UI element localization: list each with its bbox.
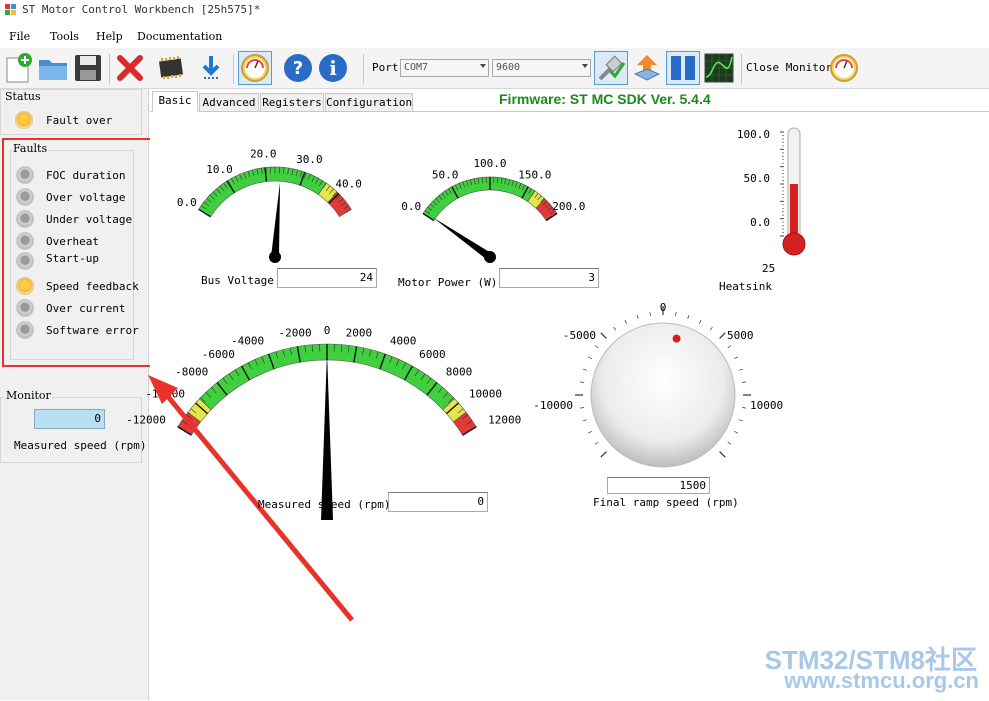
motor-power-label: Motor Power (W) <box>398 276 497 289</box>
knob-tick <box>595 442 598 444</box>
motor-power-gauge: 0.0 50.0 100.0 150.0 200.0 <box>401 157 585 263</box>
knob-tick <box>676 312 677 316</box>
knob-tick <box>734 431 738 433</box>
thermo-tick-label: 0.0 <box>750 216 770 229</box>
final-ramp-value[interactable]: 1500 <box>607 477 710 494</box>
gauge-tick-label: 20.0 <box>250 148 277 161</box>
bus-voltage-value: 24 <box>277 268 377 288</box>
knob-tick <box>583 369 587 370</box>
heatsink-label: Heatsink <box>719 280 772 293</box>
thermo-bulb <box>783 233 805 255</box>
knob-tick <box>742 408 746 409</box>
measured-speed-value: 0 <box>388 492 488 512</box>
gauge-tick-label: 100.0 <box>473 157 506 170</box>
measured-speed-gauge: -12000-10000-8000-6000-4000-200002000400… <box>126 324 521 520</box>
knob-tick <box>742 382 746 383</box>
gauge-tick-label: 0.0 <box>177 196 197 209</box>
knob-tick <box>580 408 584 409</box>
knob-tick <box>588 357 592 359</box>
gauge-tick-label: 0.0 <box>401 200 421 213</box>
bus-voltage-gauge: 0.0 10.0 20.0 30.0 40.0 <box>177 148 362 263</box>
knob-tick <box>720 452 726 458</box>
final-ramp-knob[interactable]: 0 5000 10000 -5000 -10000 <box>533 301 783 467</box>
knob-tick-label: -5000 <box>563 329 596 342</box>
measured-speed-label: Measured speed (rpm) <box>258 498 390 511</box>
thermo-tick-label: 100.0 <box>737 128 770 141</box>
gauge-tick-label: 200.0 <box>552 200 585 213</box>
gauge-tick-label: 4000 <box>390 335 417 348</box>
gauge-tick-label: 0 <box>324 324 331 337</box>
gauge-tick-label: 6000 <box>419 348 446 361</box>
knob-tick <box>583 420 587 421</box>
motor-power-value: 3 <box>499 268 599 288</box>
heatsink-value: 25 <box>762 262 775 275</box>
knob-tick <box>739 369 743 370</box>
knob-tick <box>580 382 584 383</box>
knob-tick <box>720 333 726 339</box>
watermark-line2: www.stmcu.org.cn <box>784 668 979 694</box>
thermo-tick-label: 50.0 <box>744 172 771 185</box>
knob-tick <box>734 357 738 359</box>
gauge-tick-label: -2000 <box>279 327 312 340</box>
bus-voltage-label: Bus Voltage <box>201 274 274 287</box>
knob-tick-label: 5000 <box>727 329 754 342</box>
thermo-fill <box>790 184 798 240</box>
heatsink-thermometer: 100.0 50.0 0.0 <box>737 128 805 255</box>
gauge-tick-label: 50.0 <box>432 168 459 181</box>
knob-tick <box>601 452 607 458</box>
gauge-tick-label: -6000 <box>202 348 235 361</box>
knob-tick-label: 10000 <box>750 399 783 412</box>
knob-tick <box>601 333 607 339</box>
knob-indicator <box>673 335 681 343</box>
knob-tick <box>637 315 638 319</box>
gauge-tick-label: 30.0 <box>296 153 323 166</box>
knob-tick <box>688 315 689 319</box>
gauge-tick-label: 40.0 <box>335 178 362 191</box>
gauge-needle <box>321 352 333 520</box>
knob-tick <box>728 346 731 348</box>
knob-tick <box>588 431 592 433</box>
gauge-needle-pivot <box>484 251 496 263</box>
gauge-needle-pivot <box>269 251 281 263</box>
gauge-needle <box>432 217 492 260</box>
knob-tick <box>650 312 651 316</box>
gauge-tick-label: 12000 <box>488 413 521 426</box>
final-ramp-label: Final ramp speed (rpm) <box>593 496 739 509</box>
gauge-tick-label: 10000 <box>469 388 502 401</box>
gauge-tick-label: -4000 <box>231 335 264 348</box>
knob-tick <box>710 327 712 330</box>
knob-tick <box>625 320 627 324</box>
gauge-tick-label: 150.0 <box>518 168 551 181</box>
knob-tick <box>595 346 598 348</box>
knob-tick <box>739 420 743 421</box>
gauge-tick-label: -12000 <box>126 413 166 426</box>
knob-tick-label: -10000 <box>533 399 573 412</box>
gauges-canvas: 0.010.020.030.040.0 0.050.0100.0150.0200… <box>0 0 989 700</box>
gauge-tick-label: 2000 <box>346 327 373 340</box>
gauge-tick-label: 8000 <box>446 366 473 379</box>
gauge-needle <box>271 182 280 257</box>
gauge-tick-label: -8000 <box>175 366 208 379</box>
gauge-tick-label: 10.0 <box>206 163 233 176</box>
knob-tick <box>699 320 701 324</box>
knob-tick <box>728 442 731 444</box>
knob-tick-label: 0 <box>660 301 667 314</box>
knob-tick <box>614 327 616 330</box>
knob-body <box>591 323 735 467</box>
